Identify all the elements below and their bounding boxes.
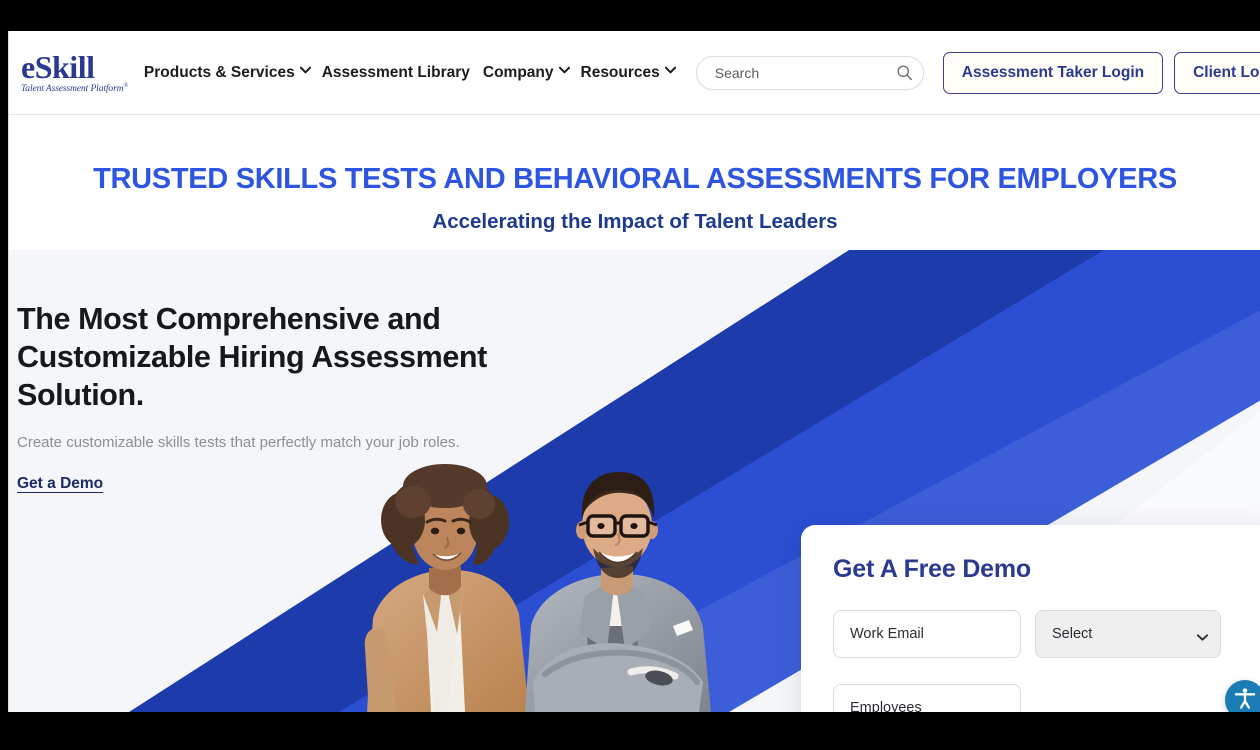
accessibility-person-icon bbox=[1232, 685, 1258, 713]
assessment-taker-login-button[interactable]: Assessment Taker Login bbox=[942, 51, 1164, 94]
button-label: Assessment Taker Login bbox=[961, 63, 1145, 81]
client-login-button[interactable]: Client Login bbox=[1174, 51, 1260, 94]
browser-viewport: eSkill Talent Assessment Platform® Produ… bbox=[8, 31, 1260, 712]
nav-item-company[interactable]: Company bbox=[482, 63, 570, 82]
interest-select[interactable]: Select bbox=[1035, 610, 1221, 658]
promo-headline: TRUSTED SKILLS TESTS AND BEHAVIORAL ASSE… bbox=[93, 163, 1177, 195]
logo-tagline: Talent Assessment Platform® bbox=[21, 83, 128, 94]
promo-subheadline: Accelerating the Impact of Talent Leader… bbox=[432, 210, 838, 233]
demo-form-card: Get A Free Demo Select I'm not a r bbox=[801, 525, 1260, 712]
search-box[interactable] bbox=[695, 55, 924, 90]
select-wrapper: Select bbox=[1035, 610, 1221, 658]
logo-tagline-text: Talent Assessment Platform bbox=[21, 84, 124, 95]
hero-title: The Most Comprehensive and Customizable … bbox=[17, 302, 487, 412]
site-logo[interactable]: eSkill Talent Assessment Platform® bbox=[21, 51, 128, 94]
search-icon[interactable] bbox=[896, 64, 913, 81]
logo-wordmark: eSkill bbox=[21, 48, 95, 85]
logo-registered-mark: ® bbox=[123, 82, 128, 89]
hero-section: The Most Comprehensive and Customizable … bbox=[9, 250, 1260, 712]
search-input[interactable] bbox=[714, 64, 896, 81]
demo-form-row-1: Select bbox=[833, 610, 1239, 658]
nav-item-assessment-library[interactable]: Assessment Library bbox=[322, 64, 470, 82]
nav-label: Resources bbox=[580, 63, 660, 81]
site-header: eSkill Talent Assessment Platform® Produ… bbox=[9, 31, 1260, 115]
hero-subtitle: Create customizable skills tests that pe… bbox=[17, 434, 460, 451]
demo-form-row-2 bbox=[833, 684, 1239, 712]
nav-item-products-services[interactable]: Products & Services bbox=[143, 63, 311, 82]
nav-label: Products & Services bbox=[143, 63, 295, 81]
promo-banner: TRUSTED SKILLS TESTS AND BEHAVIORAL ASSE… bbox=[9, 115, 1260, 250]
chevron-down-icon bbox=[664, 66, 676, 75]
hero-get-a-demo-link[interactable]: Get a Demo bbox=[17, 475, 103, 493]
employees-input[interactable] bbox=[833, 684, 1021, 712]
button-label: Client Login bbox=[1193, 63, 1260, 81]
nav-label: Company bbox=[482, 63, 554, 81]
chevron-down-icon bbox=[299, 66, 311, 75]
demo-form-title: Get A Free Demo bbox=[833, 555, 1031, 583]
nav-item-resources[interactable]: Resources bbox=[580, 63, 676, 82]
accessibility-button[interactable] bbox=[1225, 680, 1260, 712]
primary-nav: Products & Services Assessment Library C… bbox=[144, 64, 687, 82]
work-email-input[interactable] bbox=[833, 610, 1021, 658]
chevron-down-icon bbox=[558, 66, 570, 75]
hero-copy: The Most Comprehensive and Customizable … bbox=[17, 300, 537, 493]
nav-label: Assessment Library bbox=[321, 63, 470, 81]
